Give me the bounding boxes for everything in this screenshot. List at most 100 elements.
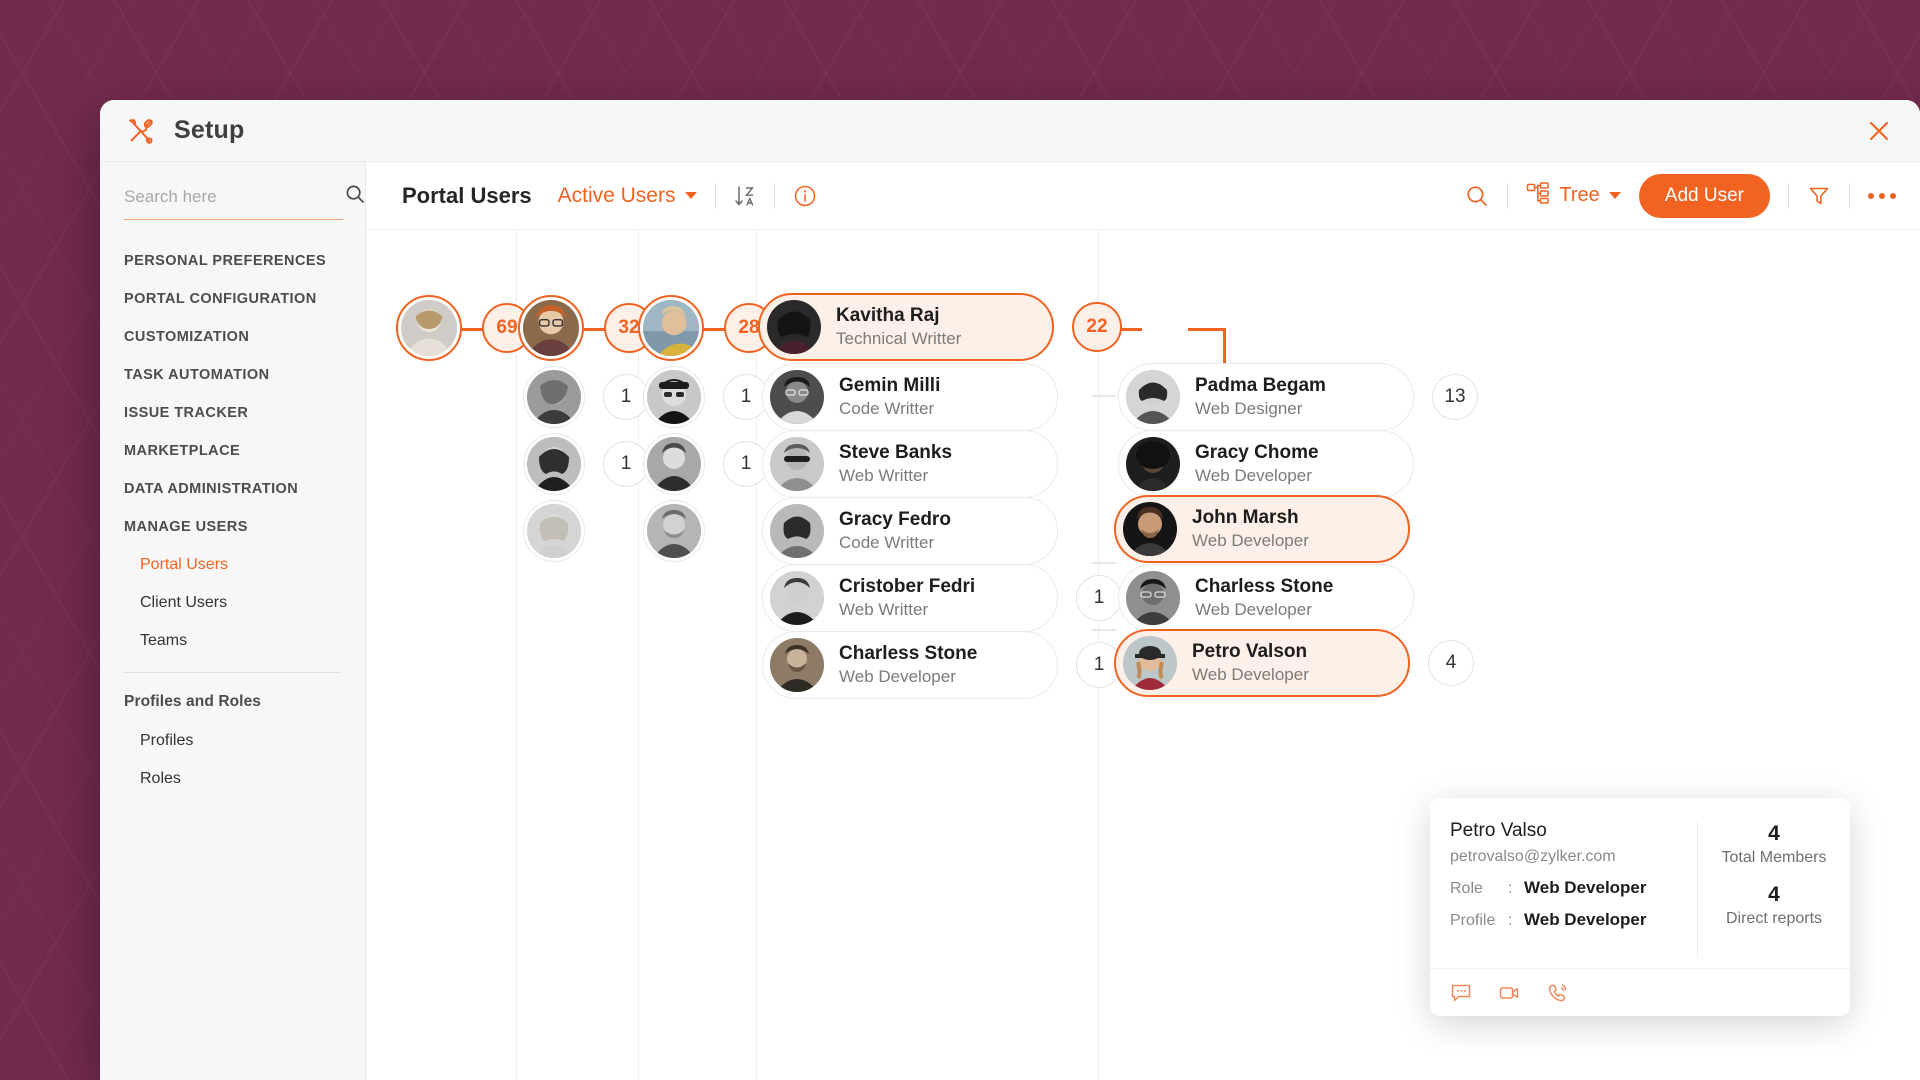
toolbar-divider-3 <box>1507 182 1509 209</box>
sidebar-item-client-users[interactable]: Client Users <box>100 584 365 622</box>
tree-node[interactable]: Cristober Fedri Web Writter 1 <box>762 564 1122 632</box>
tools-icon <box>126 116 156 146</box>
member-count-badge[interactable]: 13 <box>1432 374 1478 420</box>
tree-node[interactable]: Padma Begam Web Designer 13 <box>1118 363 1478 431</box>
add-user-button[interactable]: Add User <box>1638 173 1770 218</box>
connector <box>1092 395 1116 397</box>
tree-node[interactable]: John Marsh Web Developer <box>1114 495 1410 563</box>
content-toolbar: Portal Users Active Users Tree Add User <box>366 162 1920 230</box>
avatar[interactable] <box>396 295 462 361</box>
sidebar-item-profiles-and-roles[interactable]: Profiles and Roles <box>100 679 365 722</box>
user-card[interactable]: Petro Valson Web Developer <box>1114 629 1410 697</box>
tree-node[interactable]: Charless Stone Web Developer <box>1118 564 1414 632</box>
user-card[interactable]: Padma Begam Web Designer <box>1118 363 1414 431</box>
tree-node[interactable]: 28 <box>638 295 774 361</box>
sidebar-item-portal-users[interactable]: Portal Users <box>100 546 365 584</box>
member-count-badge[interactable]: 22 <box>1072 302 1122 352</box>
direct-reports-count: 4 <box>1768 883 1780 906</box>
tree-node[interactable]: 1 <box>643 366 769 428</box>
video-call-icon[interactable] <box>1498 982 1520 1004</box>
avatar[interactable] <box>643 366 705 428</box>
chat-icon[interactable] <box>1450 982 1472 1004</box>
popup-user-email: petrovalso@zylker.com <box>1450 848 1616 865</box>
user-card-meta: Padma Begam Web Designer <box>1195 374 1326 420</box>
search-icon[interactable] <box>1465 184 1489 208</box>
user-card[interactable]: Charless Stone Web Developer <box>762 631 1058 699</box>
user-detail-popup: Petro Valso petrovalso@zylker.com Role :… <box>1430 798 1850 1016</box>
sort-az-icon[interactable] <box>734 184 756 208</box>
popup-role-colon: : <box>1508 880 1513 897</box>
sidebar-item-data-administration[interactable]: DATA ADMINISTRATION <box>100 470 365 508</box>
more-options-icon[interactable] <box>1868 192 1896 199</box>
connector <box>1188 328 1226 331</box>
sidebar-item-manage-users[interactable]: MANAGE USERS <box>100 508 365 546</box>
user-card[interactable]: Gemin Milli Code Writter <box>762 363 1058 431</box>
user-card-meta: Gracy Chome Web Developer <box>1195 441 1319 487</box>
user-role: Web Developer <box>1195 599 1312 619</box>
sidebar-item-issue-tracker[interactable]: ISSUE TRACKER <box>100 394 365 432</box>
popup-role-row: Role : Web Developer <box>1450 878 1681 898</box>
sidebar-item-task-automation[interactable]: TASK AUTOMATION <box>100 356 365 394</box>
avatar[interactable] <box>638 295 704 361</box>
main-content: Portal Users Active Users Tree Add User … <box>366 162 1920 1080</box>
user-name: Kavitha Raj <box>836 305 940 327</box>
search-input[interactable] <box>124 186 345 207</box>
info-icon[interactable] <box>793 184 817 208</box>
user-card-meta: Cristober Fedri Web Writter <box>839 575 975 621</box>
tree-node[interactable]: Gracy Chome Web Developer <box>1118 430 1414 498</box>
sidebar-item-personal-preferences[interactable]: PERSONAL PREFERENCES <box>100 242 365 280</box>
sidebar-item-marketplace[interactable]: MARKETPLACE <box>100 432 365 470</box>
window-title: Setup <box>174 116 245 144</box>
sidebar-item-teams[interactable]: Teams <box>100 622 365 660</box>
avatar[interactable] <box>523 366 585 428</box>
sidebar-search[interactable] <box>124 184 364 220</box>
tree-node[interactable]: Charless Stone Web Developer 1 <box>762 631 1122 699</box>
popup-stats: 4 Total Members 4 Direct reports <box>1698 820 1850 968</box>
sidebar-item-profiles[interactable]: Profiles <box>100 722 365 760</box>
tree-node[interactable] <box>643 500 705 562</box>
sidebar-item-roles[interactable]: Roles <box>100 760 365 798</box>
avatar <box>1126 571 1180 625</box>
user-card[interactable]: John Marsh Web Developer <box>1114 495 1410 563</box>
popup-profile-value: Web Developer <box>1524 910 1647 929</box>
tree-node[interactable]: Gemin Milli Code Writter <box>762 363 1058 431</box>
avatar[interactable] <box>643 500 705 562</box>
sidebar-item-customization[interactable]: CUSTOMIZATION <box>100 318 365 356</box>
tree-node[interactable] <box>523 500 585 562</box>
user-role: Code Writter <box>839 532 935 552</box>
phone-call-icon[interactable] <box>1546 982 1568 1004</box>
sidebar-divider <box>124 672 341 673</box>
tree-node[interactable]: 1 <box>523 433 649 495</box>
popup-profile-row: Profile : Web Developer <box>1450 910 1681 930</box>
user-card-meta: John Marsh Web Developer <box>1192 506 1309 552</box>
tree-node[interactable]: 69 <box>396 295 532 361</box>
avatar[interactable] <box>643 433 705 495</box>
tree-node[interactable]: Steve Banks Web Writter <box>762 430 1058 498</box>
search-icon[interactable] <box>345 184 365 209</box>
user-card[interactable]: Cristober Fedri Web Writter <box>762 564 1058 632</box>
user-card[interactable]: Gracy Chome Web Developer <box>1118 430 1414 498</box>
close-icon[interactable] <box>1862 114 1896 148</box>
tree-node[interactable]: 32 <box>518 295 654 361</box>
sidebar-item-portal-configuration[interactable]: PORTAL CONFIGURATION <box>100 280 365 318</box>
tree-node[interactable]: 1 <box>643 433 769 495</box>
tree-node[interactable]: Kavitha Raj Technical Writter 22 <box>758 293 1122 361</box>
user-card[interactable]: Charless Stone Web Developer <box>1118 564 1414 632</box>
popup-top: Petro Valso petrovalso@zylker.com Role :… <box>1430 820 1850 968</box>
active-users-dropdown[interactable]: Active Users <box>558 184 698 208</box>
user-card[interactable]: Kavitha Raj Technical Writter <box>758 293 1054 361</box>
avatar[interactable] <box>523 433 585 495</box>
tree-node[interactable]: Gracy Fedro Code Writter <box>762 497 1058 565</box>
user-role: Code Writter <box>839 398 935 418</box>
avatar[interactable] <box>523 500 585 562</box>
tree-node[interactable]: 1 <box>523 366 649 428</box>
avatar[interactable] <box>518 295 584 361</box>
member-count-badge[interactable]: 4 <box>1428 640 1474 686</box>
tree-node[interactable]: Petro Valson Web Developer 4 <box>1114 629 1474 697</box>
user-card-meta: Charless Stone Web Developer <box>839 642 977 688</box>
funnel-icon[interactable] <box>1807 184 1831 208</box>
user-card[interactable]: Steve Banks Web Writter <box>762 430 1058 498</box>
view-mode-dropdown[interactable]: Tree <box>1526 181 1621 210</box>
member-count-badge[interactable]: 1 <box>1076 575 1122 621</box>
user-card[interactable]: Gracy Fedro Code Writter <box>762 497 1058 565</box>
